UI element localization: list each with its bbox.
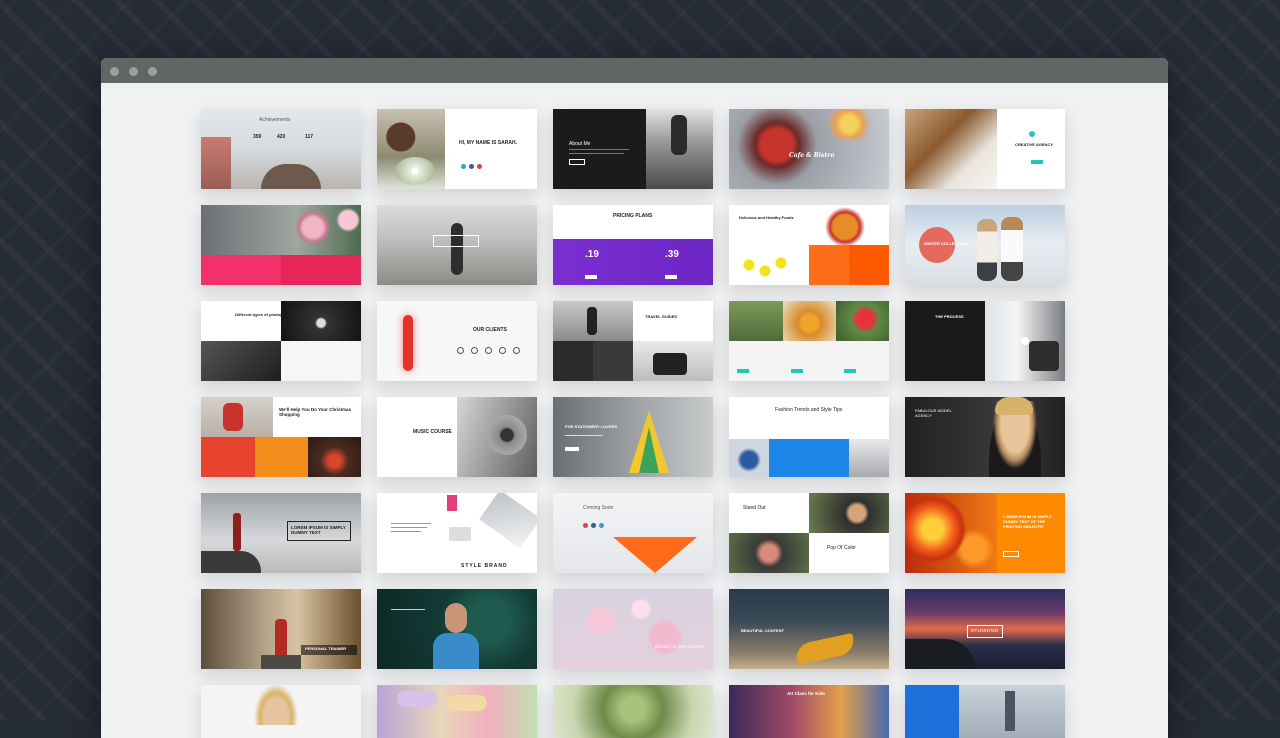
tile-title: Delicious and Healthy Foods bbox=[739, 215, 794, 220]
template-healthy-foods[interactable]: Delicious and Healthy Foods bbox=[729, 205, 889, 285]
tile-title: BEAUTIFUL CONTENT bbox=[741, 628, 785, 633]
tile-title: WINTER COLLECTION bbox=[924, 241, 967, 246]
template-creative-agency[interactable]: CREATIVE AGENCY bbox=[905, 109, 1065, 189]
template-beach-portrait[interactable] bbox=[377, 205, 537, 285]
template-gallery: Achievements 359 420 117 HI, MY NAME IS … bbox=[101, 83, 1168, 738]
template-travel-guides[interactable]: TRAVEL GUIDES bbox=[553, 301, 713, 381]
template-sarah[interactable]: HI, MY NAME IS SARAH. bbox=[377, 109, 537, 189]
tile-title: STYLE BRAND bbox=[461, 563, 508, 569]
price: .39 bbox=[665, 249, 679, 260]
template-achievements[interactable]: Achievements 359 420 117 bbox=[201, 109, 361, 189]
tile-title: Art Class for Kids bbox=[787, 691, 826, 696]
template-pricing-plans[interactable]: PRICING PLANS .19 .39 bbox=[553, 205, 713, 285]
template-christmas-shopping[interactable]: We'll Help You Do Your Christmas Shoppin… bbox=[201, 397, 361, 477]
tile-title: We'll Help You Do Your Christmas Shoppin… bbox=[279, 407, 352, 418]
template-city-skyline[interactable] bbox=[905, 685, 1065, 738]
window-titlebar bbox=[101, 58, 1168, 83]
template-style-brand[interactable]: STYLE BRAND bbox=[377, 493, 537, 573]
template-photography[interactable]: Different types of photography bbox=[201, 301, 361, 381]
tile-title: PERSONAL TRAINER bbox=[305, 646, 347, 651]
template-blossoms[interactable]: Beauty is everywhere bbox=[553, 589, 713, 669]
price: .19 bbox=[585, 249, 599, 260]
tile-title: FOR STATIONERY LOVERS bbox=[565, 424, 618, 429]
template-autumn-leaf[interactable]: BEAUTIFUL CONTENT bbox=[729, 589, 889, 669]
tile-title: About Me bbox=[569, 141, 591, 147]
template-our-clients[interactable]: OUR CLIENTS bbox=[377, 301, 537, 381]
maximize-dot[interactable] bbox=[148, 67, 157, 76]
template-food-drinks[interactable] bbox=[729, 301, 889, 381]
tile-title: Coming Soon bbox=[583, 505, 614, 511]
browser-window: Achievements 359 420 117 HI, MY NAME IS … bbox=[101, 58, 1168, 738]
stat-value: 359 bbox=[253, 134, 262, 140]
tile-title: Beauty is everywhere bbox=[655, 645, 705, 650]
template-winter-collection[interactable]: WINTER COLLECTION bbox=[905, 205, 1065, 285]
tile-title: STUNNING bbox=[971, 628, 999, 633]
tile-title: Achievements bbox=[259, 117, 291, 123]
template-flowers-pink[interactable] bbox=[201, 205, 361, 285]
template-fashion-tips[interactable]: Fashion Trends and Style Tips bbox=[729, 397, 889, 477]
template-coming-soon[interactable]: Coming Soon bbox=[553, 493, 713, 573]
template-stand-out[interactable]: Stand Out Pop Of Color bbox=[729, 493, 889, 573]
template-stationery[interactable]: FOR STATIONERY LOVERS bbox=[553, 397, 713, 477]
tile-title: MUSIC COURSE bbox=[413, 429, 452, 435]
template-about-me[interactable]: About Me bbox=[553, 109, 713, 189]
stat-value: 420 bbox=[277, 134, 286, 140]
tile-title: TRAVEL GUIDES bbox=[645, 314, 678, 319]
tile-title: FABULOUS MODEL AGENCY bbox=[915, 408, 952, 418]
stat-value: 117 bbox=[305, 134, 314, 140]
template-green-blur[interactable] bbox=[553, 685, 713, 738]
tile-title: Stand Out bbox=[743, 505, 766, 511]
template-macarons[interactable] bbox=[377, 685, 537, 738]
template-art-class[interactable]: Art Class for Kids bbox=[729, 685, 889, 738]
template-nature-portrait[interactable] bbox=[377, 589, 537, 669]
template-stunning[interactable]: STUNNING bbox=[905, 589, 1065, 669]
minimize-dot[interactable] bbox=[129, 67, 138, 76]
tile-title: Pop Of Color bbox=[827, 545, 856, 551]
tile-title: HI, MY NAME IS SARAH. bbox=[459, 140, 517, 146]
template-lorem-mountain[interactable]: LOREM IPSUM IS SIMPLY DUMMY TEXT bbox=[201, 493, 361, 573]
tile-title: LOREM IPSUM IS SIMPLY DUMMY TEXT bbox=[291, 525, 346, 536]
tile-title: LOREM IPSUM IS SIMPLY DUMMY TEXT OF THE … bbox=[1003, 514, 1052, 529]
template-music-course[interactable]: MUSIC COURSE bbox=[377, 397, 537, 477]
tile-title: PRICING PLANS bbox=[613, 213, 653, 219]
tile-title: OUR CLIENTS bbox=[473, 327, 507, 333]
tile-title: Cafe & Bistro bbox=[789, 152, 835, 159]
tile-title: THE PROCESS bbox=[935, 314, 964, 319]
template-the-process[interactable]: THE PROCESS bbox=[905, 301, 1065, 381]
tile-title: Fashion Trends and Style Tips bbox=[775, 407, 843, 413]
template-cafe-bistro[interactable]: Cafe & Bistro bbox=[729, 109, 889, 189]
close-dot[interactable] bbox=[110, 67, 119, 76]
template-model-agency[interactable]: FABULOUS MODEL AGENCY bbox=[905, 397, 1065, 477]
template-blonde-portrait[interactable] bbox=[201, 685, 361, 738]
template-orange-flowers[interactable]: LOREM IPSUM IS SIMPLY DUMMY TEXT OF THE … bbox=[905, 493, 1065, 573]
tile-title: CREATIVE AGENCY bbox=[1015, 142, 1054, 147]
template-personal-trainer[interactable]: PERSONAL TRAINER bbox=[201, 589, 361, 669]
